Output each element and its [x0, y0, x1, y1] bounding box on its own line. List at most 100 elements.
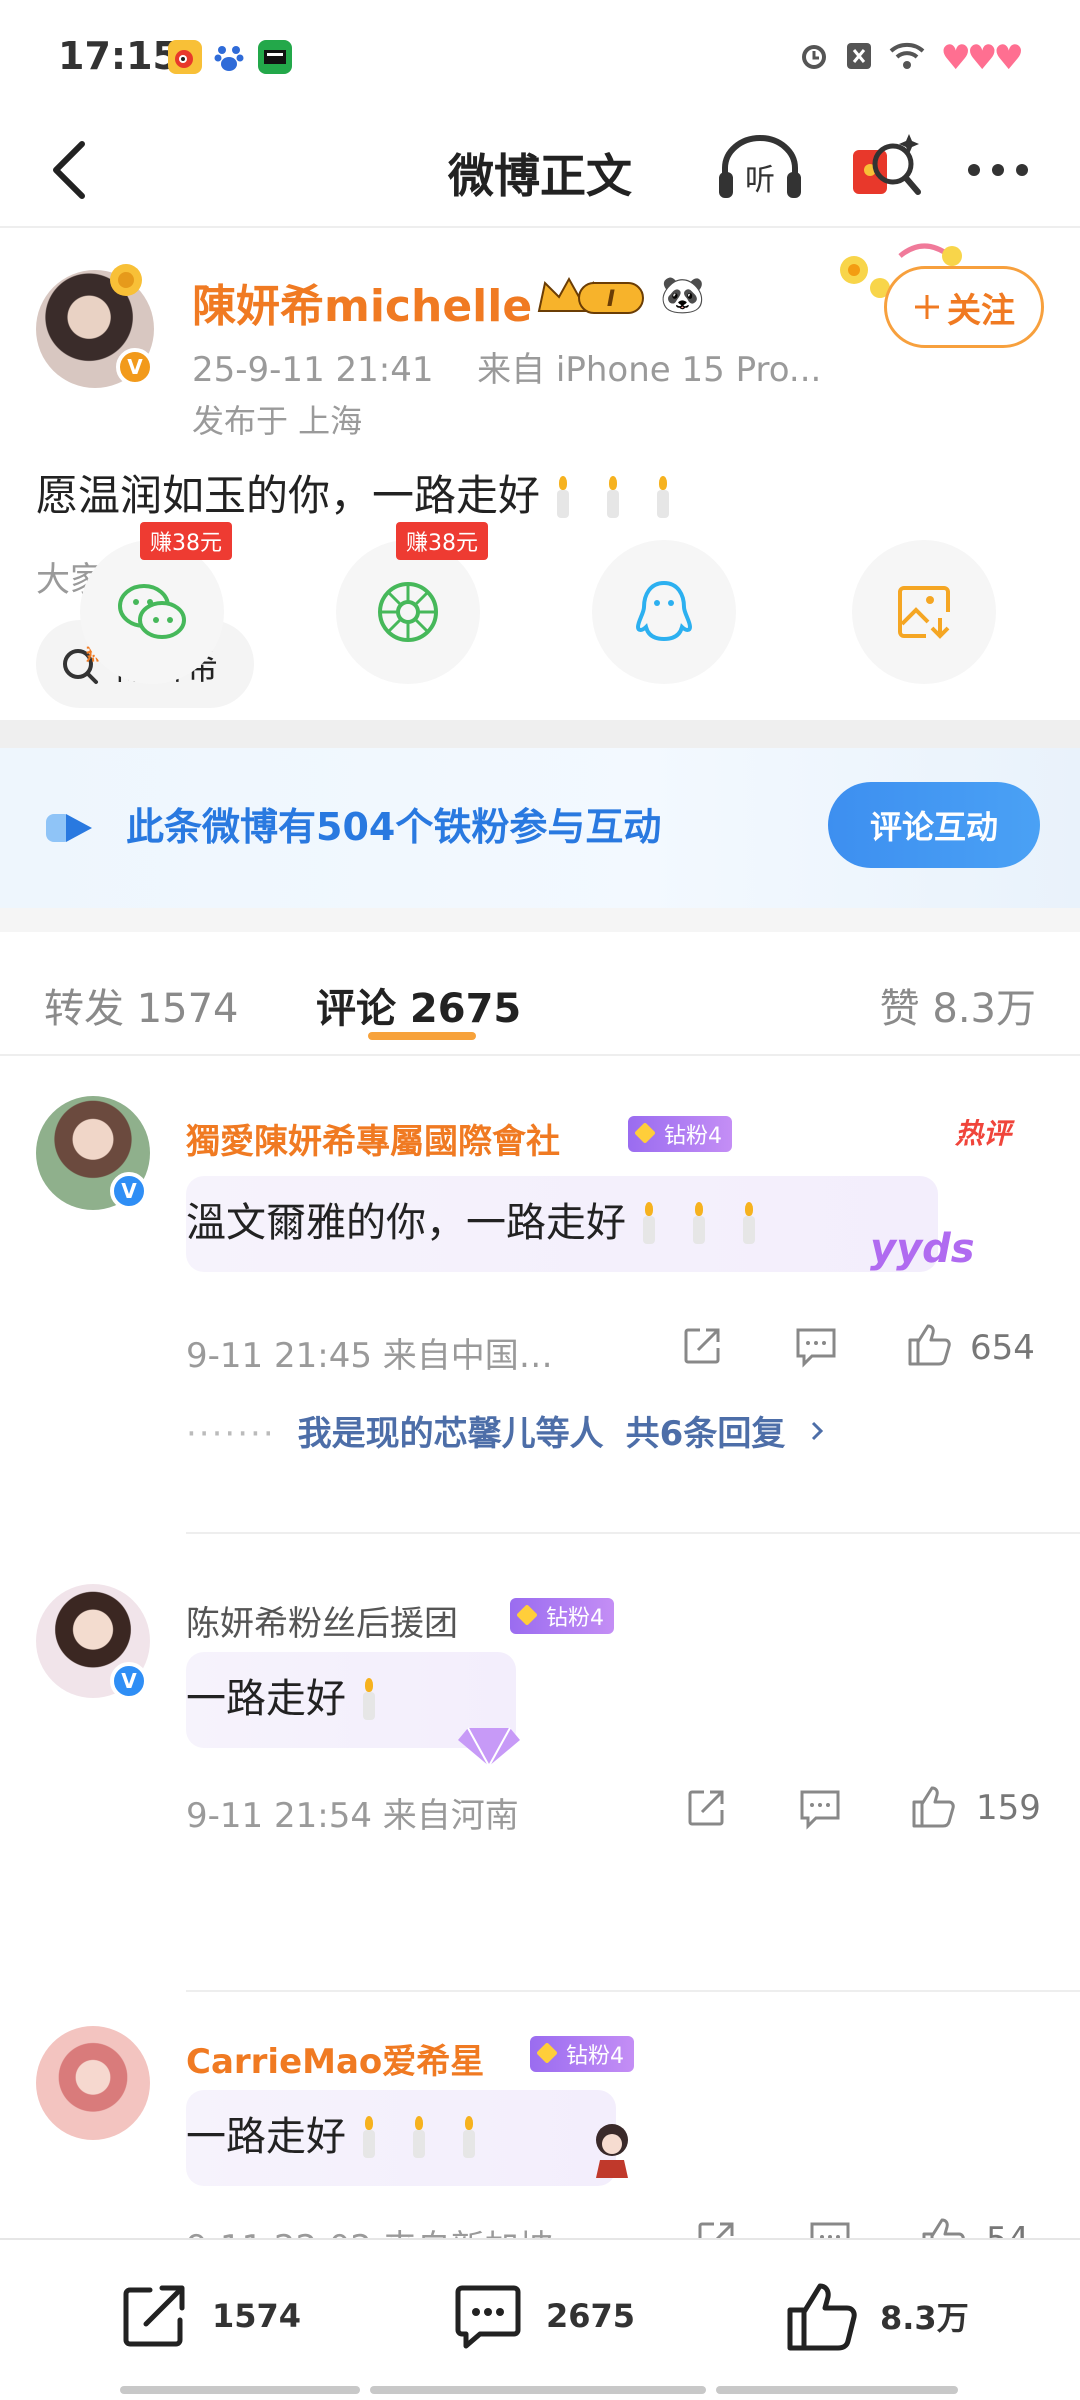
post-timestamp: 25-9-11 21:41	[192, 350, 434, 390]
share-qq-button[interactable]	[592, 540, 736, 684]
active-tab-indicator	[368, 1032, 476, 1040]
gesture-bar	[716, 2386, 958, 2394]
earn-tag: 赚38元	[396, 522, 488, 560]
more-dot-icon	[1016, 164, 1028, 176]
reply-comment-button[interactable]	[786, 1316, 846, 1376]
moments-icon	[378, 582, 438, 642]
commenter-name[interactable]: CarrieMao爱希星	[186, 2034, 484, 2083]
hearts-icon: ♥♥♥	[940, 38, 1024, 78]
tab-like[interactable]: 赞 8.3万	[880, 976, 1036, 1034]
like-count: 8.3万	[880, 2299, 969, 2337]
comment-text: 溫文爾雅的你，一路走好	[186, 1200, 626, 1246]
candle-icon	[410, 2114, 428, 2158]
section-divider	[0, 720, 1080, 748]
reply-comment-button[interactable]	[790, 1778, 850, 1838]
gesture-bar	[370, 2386, 706, 2394]
thumbs-up-icon	[908, 1324, 951, 1366]
nav-bar: 微博正文 听	[0, 110, 1080, 228]
repost-count: 1574	[212, 2297, 302, 2335]
status-bar: 17:15 ♥♥♥	[0, 0, 1080, 110]
share-comment-button[interactable]	[676, 1778, 736, 1838]
tab-comment[interactable]: 评论 2675	[316, 976, 521, 1034]
red-packet-search-button[interactable]	[845, 128, 925, 208]
wechat-icon	[118, 584, 186, 639]
candle-icon	[654, 474, 672, 518]
reply-count: 共6条回复	[625, 1414, 786, 1454]
avatar-pendant-icon	[104, 258, 148, 298]
follow-label: 关注	[947, 290, 1015, 331]
comment-meta: 9-11 21:45 来自中国…	[186, 1336, 553, 1376]
verified-badge-icon: V	[110, 1172, 148, 1210]
baidu-icon	[212, 40, 246, 74]
share-wechat-button[interactable]: 赚38元	[80, 522, 232, 684]
post-source: 来自 iPhone 15 Pro...	[477, 350, 822, 390]
view-replies-link[interactable]: ······· 我是现的芯馨儿等人 共6条回复	[186, 1406, 827, 1455]
fan-level-badge: 钻粉4	[510, 1598, 614, 1634]
author-name[interactable]: 陳妍希michelle	[192, 270, 532, 334]
section-divider	[0, 908, 1080, 932]
comment-count: 2675	[546, 2297, 636, 2335]
commenter-name[interactable]: 獨愛陳妍希專屬國際會社	[186, 1114, 560, 1163]
post-text: 愿温润如玉的你，一路走好	[36, 471, 541, 520]
more-dot-icon	[992, 164, 1004, 176]
app-icon	[258, 40, 292, 74]
share-moments-button[interactable]: 赚38元	[336, 522, 488, 684]
share-icon	[688, 1790, 724, 1826]
commenter-name[interactable]: 陈妍希粉丝后援团	[186, 1596, 458, 1645]
comment-icon	[796, 1328, 836, 1368]
status-time: 17:15	[58, 34, 179, 78]
comment-content: 溫文爾雅的你，一路走好	[186, 1190, 776, 1248]
candle-icon	[690, 1200, 708, 1244]
character-sticker-icon	[570, 2110, 640, 2180]
comment-divider	[186, 1990, 1080, 1992]
vip-crown-badge: I	[535, 275, 653, 321]
gesture-bar	[120, 2386, 360, 2394]
alarm-icon	[797, 39, 831, 77]
post-content: 愿温润如玉的你，一路走好	[36, 462, 690, 523]
comment-icon	[455, 2285, 521, 2349]
panda-badge-icon: 🐼	[660, 275, 705, 316]
save-image-button[interactable]	[852, 540, 996, 684]
fans-interaction-banner: 此条微博有504个铁粉参与互动 评论互动	[0, 748, 1080, 908]
system-status-icons: ♥♥♥	[797, 38, 1024, 78]
tab-bar: 转发 1574 评论 2675 赞 8.3万	[0, 932, 1080, 1056]
comment-meta: 9-11 21:54 来自河南	[186, 1796, 519, 1836]
share-row: 赚38元 赚38元	[0, 522, 1080, 690]
comment-content: 一路走好	[186, 2104, 496, 2162]
comment-like-count: 159	[976, 1788, 1041, 1828]
comment-interaction-button[interactable]: 评论互动	[828, 782, 1040, 868]
share-comment-button[interactable]	[672, 1316, 732, 1376]
svg-text:I: I	[607, 287, 615, 312]
red-packet-search-icon	[853, 134, 921, 195]
follow-button[interactable]: 关注	[884, 266, 1044, 348]
tab-repost[interactable]: 转发 1574	[44, 976, 239, 1034]
plus-icon	[915, 295, 939, 319]
more-button[interactable]	[958, 140, 1038, 200]
comment-content: 一路走好	[186, 1666, 396, 1724]
like-comment-button[interactable]	[904, 1776, 964, 1836]
weibo-icon	[168, 40, 202, 74]
fan-level-badge: 钻粉4	[530, 2036, 634, 2072]
qq-icon	[635, 580, 693, 642]
chevron-right-icon	[812, 1421, 824, 1441]
headphones-icon: 听	[719, 135, 801, 198]
verified-badge-icon: V	[110, 1662, 148, 1700]
candle-icon	[604, 474, 622, 518]
commenter-avatar[interactable]	[36, 2026, 150, 2140]
candle-icon	[360, 2114, 378, 2158]
like-comment-button[interactable]	[900, 1314, 960, 1374]
listen-button[interactable]: 听	[715, 128, 805, 208]
reply-summary: 我是现的芯馨儿等人	[297, 1414, 604, 1454]
share-icon	[684, 1328, 720, 1364]
comment-like-count: 654	[970, 1328, 1035, 1368]
repost-button[interactable]: 1574	[116, 2276, 301, 2356]
wifi-icon	[887, 39, 927, 77]
play-arrows-icon	[46, 814, 92, 842]
comment-button[interactable]: 2675	[450, 2276, 635, 2356]
candle-icon	[360, 1676, 378, 1720]
candle-icon	[740, 1200, 758, 1244]
like-button[interactable]: 8.3万	[784, 2276, 969, 2356]
bottom-action-bar: 1574 2675 8.3万	[0, 2238, 1080, 2400]
verified-badge-icon: V	[116, 348, 154, 386]
fans-banner-text: 此条微博有504个铁粉参与互动	[126, 805, 662, 849]
